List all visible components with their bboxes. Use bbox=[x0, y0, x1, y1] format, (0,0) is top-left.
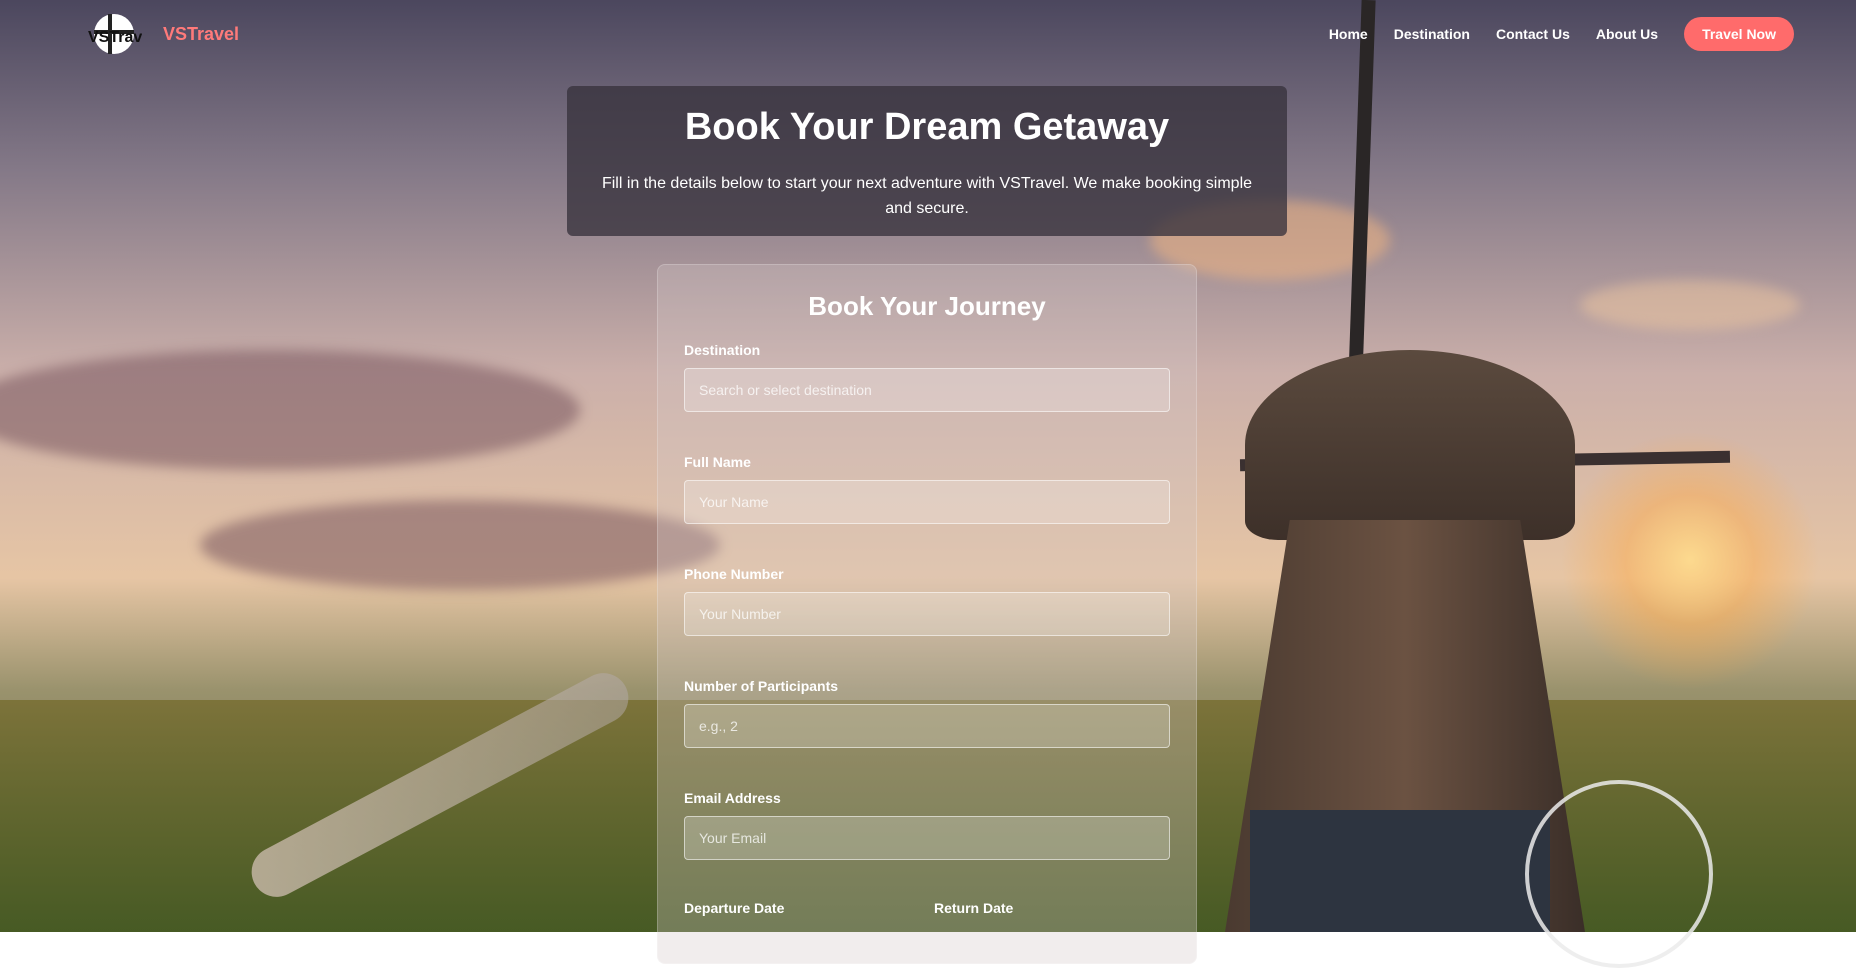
destination-group: Destination bbox=[684, 342, 1170, 412]
participants-label: Number of Participants bbox=[684, 678, 839, 694]
participants-input[interactable] bbox=[684, 704, 1170, 748]
destination-label: Destination bbox=[684, 342, 761, 358]
phone-group: Phone Number bbox=[684, 566, 1170, 636]
nav-menu: Home Destination Contact Us About Us Tra… bbox=[1329, 17, 1794, 51]
nav-home[interactable]: Home bbox=[1329, 26, 1368, 42]
return-date-label: Return Date bbox=[934, 900, 1014, 916]
brand-logo[interactable]: VSTravel bbox=[86, 12, 142, 56]
email-group: Email Address bbox=[684, 790, 1170, 860]
form-title: Book Your Journey bbox=[808, 291, 1046, 321]
windmill-base bbox=[1250, 810, 1550, 932]
departure-date-label: Departure Date bbox=[684, 900, 785, 916]
travel-now-button[interactable]: Travel Now bbox=[1684, 17, 1794, 51]
nav-about-us[interactable]: About Us bbox=[1596, 26, 1658, 42]
booking-form: Book Your Journey Destination Full Name … bbox=[657, 264, 1197, 964]
email-input[interactable] bbox=[684, 816, 1170, 860]
hero-subtitle: Fill in the details below to start your … bbox=[601, 175, 1253, 217]
phone-label: Phone Number bbox=[684, 566, 784, 582]
phone-input[interactable] bbox=[684, 592, 1170, 636]
logo-icon: VSTravel bbox=[88, 14, 142, 54]
sun bbox=[1560, 430, 1820, 690]
nav-contact-us[interactable]: Contact Us bbox=[1496, 26, 1570, 42]
participants-group: Number of Participants bbox=[684, 678, 1170, 748]
full-name-label: Full Name bbox=[684, 454, 751, 470]
windmill-roof bbox=[1245, 350, 1575, 540]
hero-banner: Book Your Dream Getaway Fill in the deta… bbox=[567, 86, 1287, 236]
destination-input[interactable] bbox=[684, 368, 1170, 412]
cloud bbox=[1580, 280, 1800, 330]
full-name-group: Full Name bbox=[684, 454, 1170, 524]
nav-destination[interactable]: Destination bbox=[1394, 26, 1470, 42]
hero-title: Book Your Dream Getaway bbox=[684, 106, 1170, 148]
email-label: Email Address bbox=[684, 790, 781, 806]
logo-text: VSTravel bbox=[88, 29, 142, 46]
navbar: VSTravel VSTravel Home Destination Conta… bbox=[0, 0, 1856, 70]
full-name-input[interactable] bbox=[684, 480, 1170, 524]
windmill-wheel bbox=[1525, 780, 1713, 968]
brand-name[interactable]: VSTravel bbox=[163, 24, 239, 45]
date-row: Departure Date Return Date bbox=[684, 900, 1170, 916]
cloud bbox=[200, 500, 720, 590]
cloud bbox=[0, 350, 580, 470]
